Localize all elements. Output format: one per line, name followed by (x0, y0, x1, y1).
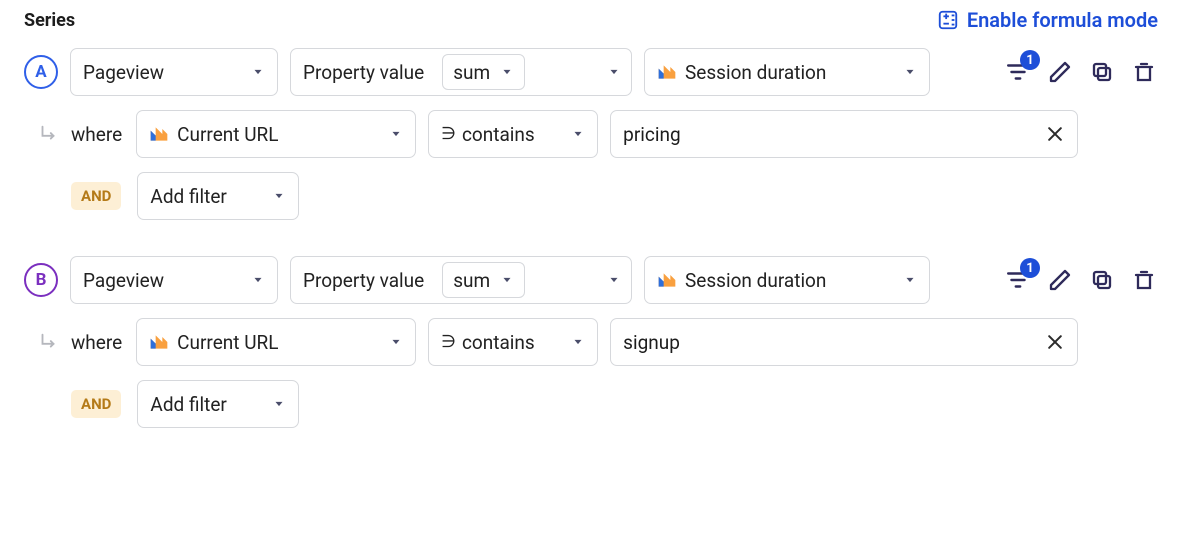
chevron-down-icon (571, 335, 585, 349)
copy-icon (1090, 268, 1114, 292)
series-title: Series (24, 10, 75, 31)
chevron-down-icon (500, 65, 514, 79)
aggregation-label: sum (453, 269, 490, 292)
filter-count-badge: 1 (1020, 258, 1040, 278)
chevron-down-icon (251, 273, 265, 287)
add-filter-select[interactable]: Add filter (137, 380, 299, 428)
posthog-icon (657, 271, 677, 289)
measure-label: Property value (303, 269, 424, 292)
and-chip: AND (71, 182, 121, 210)
duplicate-button[interactable] (1088, 58, 1116, 86)
pencil-icon (1048, 60, 1072, 84)
delete-button[interactable] (1130, 58, 1158, 86)
filters-button[interactable]: 1 (1004, 58, 1032, 86)
add-filter-label: Add filter (150, 185, 226, 208)
add-filter-select[interactable]: Add filter (137, 172, 299, 220)
posthog-icon (149, 333, 169, 351)
event-select[interactable]: Pageview (70, 48, 278, 96)
enable-formula-mode-link[interactable]: Enable formula mode (937, 8, 1158, 32)
chevron-down-icon (571, 127, 585, 141)
event-label: Pageview (83, 61, 164, 84)
property-label: Session duration (685, 61, 826, 84)
edit-button[interactable] (1046, 266, 1074, 294)
aggregation-label: sum (453, 61, 490, 84)
filter-property-select[interactable]: Current URL (136, 318, 416, 366)
operator-label: contains (462, 331, 535, 354)
posthog-icon (149, 125, 169, 143)
filter-count-badge: 1 (1020, 50, 1040, 70)
chevron-down-icon (251, 65, 265, 79)
branch-connector-icon (37, 331, 59, 353)
delete-button[interactable] (1130, 266, 1158, 294)
chevron-down-icon (389, 335, 403, 349)
posthog-icon (657, 63, 677, 81)
duplicate-button[interactable] (1088, 266, 1116, 294)
series-actions: 1 (1004, 266, 1158, 294)
series-badge-b: B (24, 263, 58, 297)
branch-connector-icon (37, 123, 59, 145)
filter-row-b: where Current URL ∋ contains signup (24, 318, 1158, 366)
where-label: where (71, 123, 122, 146)
pencil-icon (1048, 268, 1072, 292)
filter-value-input[interactable]: signup (610, 318, 1078, 366)
copy-icon (1090, 60, 1114, 84)
operator-select[interactable]: ∋ contains (428, 318, 598, 366)
filter-value-text: pricing (623, 123, 680, 146)
chevron-down-icon (500, 273, 514, 287)
operator-label: contains (462, 123, 535, 146)
property-select[interactable]: Session duration (644, 256, 930, 304)
chevron-down-icon (903, 273, 917, 287)
measure-label: Property value (303, 61, 424, 84)
measure-select[interactable]: Property value sum (290, 48, 632, 96)
chevron-down-icon (272, 189, 286, 203)
edit-button[interactable] (1046, 58, 1074, 86)
event-label: Pageview (83, 269, 164, 292)
chevron-down-icon (607, 273, 621, 287)
operator-symbol: ∋ (441, 124, 456, 144)
measure-select[interactable]: Property value sum (290, 256, 632, 304)
series-row-a: A Pageview Property value sum Session du… (24, 48, 1158, 96)
filter-property-label: Current URL (177, 123, 278, 146)
chevron-down-icon (389, 127, 403, 141)
chevron-down-icon (607, 65, 621, 79)
formula-icon (937, 9, 959, 31)
filter-property-select[interactable]: Current URL (136, 110, 416, 158)
clear-icon[interactable] (1045, 332, 1065, 352)
operator-symbol: ∋ (441, 332, 456, 352)
property-select[interactable]: Session duration (644, 48, 930, 96)
chevron-down-icon (903, 65, 917, 79)
aggregation-select[interactable]: sum (442, 262, 525, 298)
add-filter-label: Add filter (150, 393, 226, 416)
filter-value-input[interactable]: pricing (610, 110, 1078, 158)
operator-select[interactable]: ∋ contains (428, 110, 598, 158)
aggregation-select[interactable]: sum (442, 54, 525, 90)
filter-row-a: where Current URL ∋ contains pricing (24, 110, 1158, 158)
chevron-down-icon (272, 397, 286, 411)
add-filter-row-a: AND Add filter (24, 172, 1158, 220)
trash-icon (1132, 268, 1156, 292)
series-badge-a: A (24, 55, 58, 89)
event-select[interactable]: Pageview (70, 256, 278, 304)
series-header: Series Enable formula mode (24, 8, 1158, 32)
and-chip: AND (71, 390, 121, 418)
trash-icon (1132, 60, 1156, 84)
series-row-b: B Pageview Property value sum Session du… (24, 256, 1158, 304)
filter-property-label: Current URL (177, 331, 278, 354)
filters-button[interactable]: 1 (1004, 266, 1032, 294)
filter-value-text: signup (623, 331, 680, 354)
add-filter-row-b: AND Add filter (24, 380, 1158, 428)
property-label: Session duration (685, 269, 826, 292)
clear-icon[interactable] (1045, 124, 1065, 144)
where-label: where (71, 331, 122, 354)
series-actions: 1 (1004, 58, 1158, 86)
formula-link-label: Enable formula mode (967, 8, 1158, 32)
